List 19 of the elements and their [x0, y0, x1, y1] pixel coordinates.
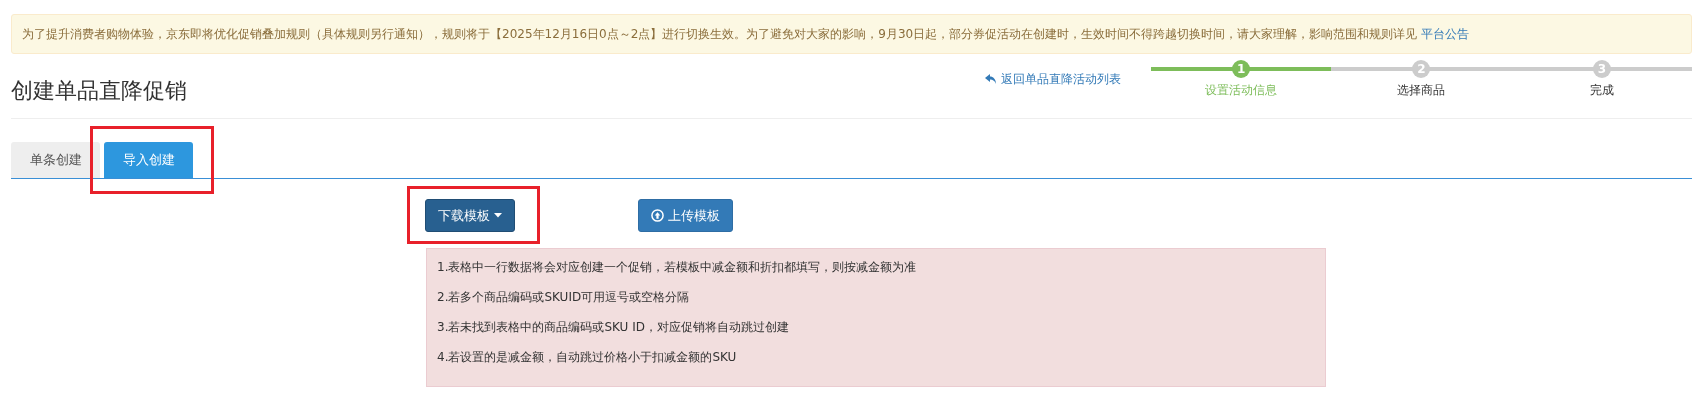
back-link[interactable]: 返回单品直降活动列表 — [985, 70, 1121, 88]
announcement-link[interactable]: 平台公告 — [1421, 27, 1470, 41]
reply-arrow-icon — [985, 73, 997, 85]
tip-text: 3.若未找到表格中的商品编码或SKU ID，对应促销将自动跳过创建 — [437, 319, 790, 336]
tip-text: 2.若多个商品编码或SKUID可用逗号或空格分隔 — [437, 289, 691, 306]
page-title: 创建单品直降促销 — [11, 77, 188, 105]
step-label: 设置活动信息 — [1205, 82, 1278, 99]
step-label: 完成 — [1589, 82, 1614, 99]
download-template-button[interactable]: 下载模板 — [425, 199, 515, 232]
tip-text: 1.表格中一行数据将会对应创建一个促销，若模板中减金额和折扣都填写，则按减金额为准 — [437, 259, 918, 276]
tab[interactable]: 导入创建 — [104, 142, 193, 178]
upload-icon — [651, 209, 664, 222]
tip-text: 4.若设置的是减金额，自动跳过价格小于扣减金额的SKU — [437, 349, 738, 366]
caret-icon — [494, 213, 502, 218]
upload-template-button[interactable]: 上传模板 — [638, 199, 733, 232]
step-number: 1 — [1232, 60, 1251, 78]
step-label: 选择商品 — [1397, 82, 1446, 99]
notice-text: 为了提升消费者购物体验，京东即将优化促销叠加规则（具体规则另行通知），规则将于【2025年12月16日0点～2点】进行切换生效。为了避免对大家的影响，9月30日起，部分券促活动在创建时，生效时间不得跨越切换时间，请大家理解，影响范围和规则详见 平台公告 — [22, 26, 1470, 43]
tab[interactable]: 单条创建 — [11, 142, 100, 178]
